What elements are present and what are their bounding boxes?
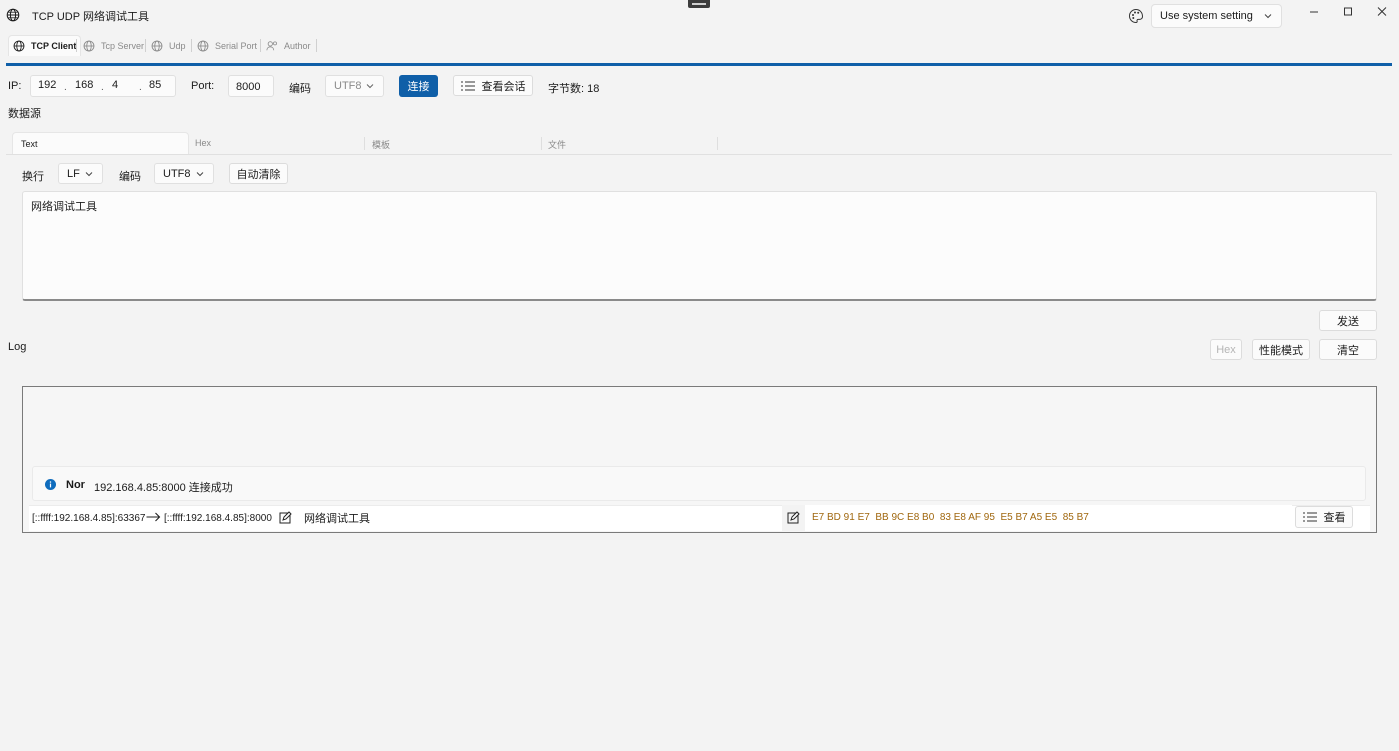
tab-hex[interactable]: Hex <box>187 132 362 154</box>
globe-icon <box>13 40 25 52</box>
send-encoding-label: 编码 <box>119 171 141 183</box>
person-icon <box>266 40 277 50</box>
newline-label: 换行 <box>22 171 44 183</box>
accent-bar <box>6 63 1392 66</box>
tab-label: Tcp Server <box>101 40 145 51</box>
tab-label: TCP Client <box>31 41 77 51</box>
list-icon <box>460 81 475 90</box>
arrow-right-icon <box>146 512 161 522</box>
edit-icon[interactable] <box>787 511 800 524</box>
view-sessions-label: 查看会话 <box>481 80 526 93</box>
chevron-down-icon <box>1264 14 1272 19</box>
connect-button[interactable]: 连接 <box>399 75 438 97</box>
ip-segment-3[interactable]: 4 <box>112 79 118 91</box>
globe-icon <box>83 40 95 51</box>
window-title: TCP UDP 网络调试工具 <box>32 11 149 23</box>
message-hex: E7 BD 91 E7 BB 9C E8 B0 83 E8 AF 95 E5 B… <box>812 512 1089 523</box>
hex-toggle-button[interactable]: Hex <box>1210 339 1242 360</box>
list-icon <box>1302 512 1317 522</box>
tab-divider <box>76 39 77 52</box>
clear-log-button[interactable]: 清空 <box>1319 339 1377 360</box>
globe-icon <box>197 40 209 51</box>
ip-segment-2[interactable]: 168 <box>75 79 93 91</box>
view-message-label: 查看 <box>1323 512 1346 524</box>
tab-label: Udp <box>169 40 186 51</box>
info-icon <box>45 479 56 490</box>
tab-tcp-client[interactable]: TCP Client <box>8 35 82 56</box>
encoding-value: UTF8 <box>334 80 362 92</box>
theme-select[interactable]: Use system setting <box>1151 4 1282 28</box>
auto-clear-button[interactable]: 自动清除 <box>229 163 288 184</box>
ip-dot: . <box>64 82 67 93</box>
globe-icon <box>151 40 163 51</box>
send-encoding-select[interactable]: UTF8 <box>154 163 214 184</box>
send-encoding-value: UTF8 <box>163 168 191 180</box>
message-destination: [::ffff:192.168.4.85]:8000 <box>164 513 272 524</box>
message-text: 网络调试工具 <box>304 513 370 525</box>
ip-dot: . <box>139 82 142 93</box>
ip-segment-4[interactable]: 85 <box>149 79 161 91</box>
tab-udp[interactable]: Udp <box>151 35 186 56</box>
chevron-down-icon <box>85 172 93 177</box>
ip-label: IP: <box>8 80 22 92</box>
view-sessions-button[interactable]: 查看会话 <box>453 75 533 96</box>
chevron-down-icon <box>196 172 204 177</box>
tab-divider <box>145 39 146 52</box>
theme-select-value: Use system setting <box>1160 10 1253 22</box>
message-source: [::ffff:192.168.4.85]:63367 <box>32 513 146 524</box>
tab-divider <box>717 137 718 150</box>
tab-text[interactable]: Text <box>12 132 189 154</box>
maximize-icon[interactable] <box>1339 4 1357 20</box>
tab-label: Serial Port <box>215 40 258 51</box>
log-level: Nor <box>66 479 85 491</box>
tab-divider <box>316 39 317 52</box>
ip-segment-1[interactable]: 192 <box>38 79 56 91</box>
tab-file[interactable]: 文件 <box>540 132 715 154</box>
minimize-icon[interactable] <box>1305 4 1323 20</box>
port-label: Port: <box>191 80 215 92</box>
palette-icon[interactable] <box>1128 8 1144 24</box>
performance-mode-button[interactable]: 性能模式 <box>1252 339 1310 360</box>
tab-template[interactable]: 模板 <box>364 132 539 154</box>
tab-serial-port[interactable]: Serial Port <box>197 35 257 56</box>
tabs-underline <box>6 154 1392 155</box>
view-message-button[interactable]: 查看 <box>1295 506 1353 528</box>
tab-divider <box>260 39 261 52</box>
tab-author[interactable]: Author <box>266 35 311 56</box>
send-button[interactable]: 发送 <box>1319 310 1377 331</box>
chevron-down-icon <box>366 84 374 89</box>
send-text-area[interactable]: 网络调试工具 <box>22 191 1377 301</box>
log-title: Log <box>8 341 27 353</box>
log-message: 192.168.4.85:8000 连接成功 <box>94 482 233 494</box>
tab-label: Author <box>284 40 311 51</box>
newline-select[interactable]: LF <box>58 163 103 184</box>
encoding-select[interactable]: UTF8 <box>325 75 384 97</box>
tab-divider <box>191 39 192 52</box>
close-icon[interactable] <box>1373 4 1391 20</box>
ip-dot: . <box>101 82 104 93</box>
encoding-label: 编码 <box>289 83 311 95</box>
port-input[interactable]: 8000 <box>228 75 274 97</box>
tab-tcp-server[interactable]: Tcp Server <box>83 35 144 56</box>
globe-icon <box>6 8 20 22</box>
window-notch <box>688 0 710 8</box>
datasource-title: 数据源 <box>8 108 41 120</box>
byte-count: 字节数: 18 <box>548 83 600 95</box>
newline-value: LF <box>67 168 80 180</box>
edit-icon[interactable] <box>279 511 292 524</box>
